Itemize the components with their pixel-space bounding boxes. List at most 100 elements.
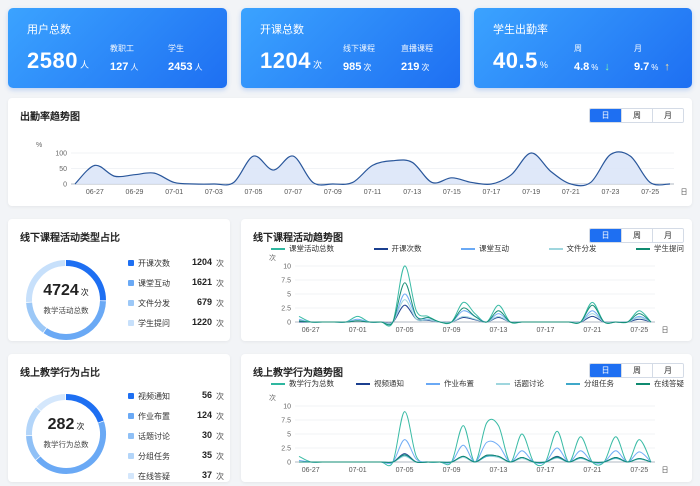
card-value: 2580 人 (27, 48, 89, 73)
x-tick-label: 07-17 (536, 327, 554, 334)
card-title: 用户总数 (27, 24, 71, 36)
attendance-trend-panel: 出勤率趋势图 日 周 月 % 100 50 0 06-27 06-29 07-01 07-03… (8, 98, 692, 206)
x-tick-label: 07-21 (583, 327, 601, 334)
offline-activity-type-panel: 线下课程活动类型占比 4724 次 教学活动总数 开课次数 1204 次 课堂互动 16… (8, 219, 230, 341)
x-tick-label: 07-05 (396, 467, 414, 474)
list-item: 作业布置 124 次 (128, 408, 224, 428)
donut-total-label: 教学行为总数 (43, 440, 89, 449)
sub-value-week: 4.8% ↓ (574, 61, 610, 73)
sub-label-offline: 线下课程 (343, 44, 375, 53)
online-behavior-legend: 视频通知 56 次 作业布置 124 次 话题讨论 30 次 分组任务 35 次 在线答疑 37 次 (128, 388, 224, 486)
y-tick-label: 50 (59, 166, 67, 173)
card-title: 学生出勤率 (493, 24, 548, 36)
series-line (298, 453, 652, 464)
list-item: 话题讨论 30 次 (128, 428, 224, 448)
sub-value-student: 2453 人 (168, 61, 203, 73)
x-tick-label: 07-21 (583, 467, 601, 474)
list-item: 课堂互动 1621 次 (128, 275, 224, 295)
x-tick-label: 07-13 (490, 467, 508, 474)
x-tick-label: 07-01 (349, 327, 367, 334)
online-behavior-trend-chart: 次 10 7.5 5 2.5 0 06-27 07-01 07-05 07-09 07-13 07-1… (269, 393, 669, 474)
x-tick-label: 07-25 (641, 189, 659, 196)
card-title: 开课总数 (260, 24, 304, 36)
y-axis-unit: % (36, 142, 42, 149)
attendance-trend-chart: % 100 50 0 06-27 06-29 07-01 07-03 07-05 07-07 07-… (36, 142, 688, 196)
legend-swatch (128, 453, 134, 459)
x-axis-unit: 日 (662, 466, 669, 474)
y-tick-label: 7.5 (281, 418, 291, 425)
x-tick-label: 06-27 (86, 189, 104, 196)
online-behavior-type-panel: 线上教学行为占比 282 次 教学行为总数 视频通知 56 次 作业布置 124 次 话题… (8, 354, 230, 482)
y-tick-label: 100 (55, 151, 67, 158)
x-tick-label: 07-25 (630, 467, 648, 474)
list-item: 文件分发 679 次 (128, 295, 224, 315)
donut-total: 4724 次 (43, 282, 89, 299)
card-value: 1204 次 (260, 48, 322, 73)
offline-activity-trend-chart: 次 10 7.5 5 2.5 0 06-27 07-01 07-05 07-09 07-13 07-1… (269, 253, 669, 334)
series-line (298, 454, 652, 464)
sub-value-month: 9.7% ↑ (634, 61, 670, 73)
x-tick-label: 07-17 (536, 467, 554, 474)
card-value: 40.5% (493, 48, 548, 73)
y-tick-label: 2.5 (281, 446, 291, 453)
x-tick-label: 07-05 (396, 327, 414, 334)
list-item: 分组任务 35 次 (128, 448, 224, 468)
list-item: 视频通知 56 次 (128, 388, 224, 408)
user-total-card: 用户总数 2580 人 教职工 127 人 学生 2453 人 (8, 8, 227, 88)
sub-value-live: 219 次 (401, 61, 430, 73)
legend-swatch (128, 300, 134, 306)
x-tick-label: 07-01 (165, 189, 183, 196)
arrow-down-icon: ↓ (604, 61, 610, 73)
y-tick-label: 0 (287, 460, 291, 467)
series-line (298, 439, 652, 465)
sub-label-staff: 教职工 (110, 44, 134, 53)
legend-swatch (128, 413, 134, 419)
y-tick-label: 10 (283, 264, 291, 271)
attendance-card: 学生出勤率 40.5% 周 4.8% ↓ 月 9.7% ↑ (474, 8, 692, 88)
sub-label-month: 月 (634, 44, 642, 53)
offline-activity-trend-panel: 线下课程活动趋势图 日 周 月 课堂活动总数 开课次数 课堂互动 文件分发 学生提问 次… (241, 219, 692, 341)
y-tick-label: 0 (287, 320, 291, 327)
x-tick-label: 07-09 (443, 327, 461, 334)
y-tick-label: 10 (283, 404, 291, 411)
y-axis-unit: 次 (269, 393, 276, 402)
legend-swatch (128, 260, 134, 266)
x-tick-label: 07-25 (630, 327, 648, 334)
x-tick-label: 07-09 (324, 189, 342, 196)
x-tick-label: 07-01 (349, 467, 367, 474)
x-tick-label: 07-13 (403, 189, 421, 196)
legend-swatch (128, 473, 134, 479)
x-tick-label: 07-23 (602, 189, 620, 196)
x-tick-label: 07-17 (483, 189, 501, 196)
x-tick-label: 07-11 (364, 189, 381, 196)
legend-swatch (128, 320, 134, 326)
x-tick-label: 07-05 (245, 189, 263, 196)
series-line (298, 454, 652, 464)
y-tick-label: 5 (287, 432, 291, 439)
x-axis-unit: 日 (681, 188, 688, 196)
arrow-up-icon: ↑ (664, 61, 670, 73)
online-behavior-trend-panel: 线上教学行为趋势图 日 周 月 教学行为总数 视频通知 作业布置 话题讨论 分组任务 在线… (241, 354, 692, 482)
x-tick-label: 07-09 (443, 467, 461, 474)
x-tick-label: 07-19 (522, 189, 540, 196)
online-behavior-donut: 282 次 教学行为总数 (22, 390, 110, 478)
list-item: 在线答疑 37 次 (128, 468, 224, 486)
panel-title: 线下课程活动类型占比 (20, 233, 120, 244)
x-tick-label: 07-07 (284, 189, 302, 196)
x-tick-label: 06-27 (302, 467, 320, 474)
panel-title: 线上教学行为占比 (20, 368, 100, 379)
list-item: 学生提问 1220 次 (128, 315, 224, 335)
y-tick-label: 2.5 (281, 306, 291, 313)
x-tick-label: 07-03 (205, 189, 223, 196)
legend-swatch (128, 433, 134, 439)
donut-total: 282 次 (47, 416, 85, 433)
x-tick-label: 07-15 (443, 189, 461, 196)
x-tick-label: 06-27 (302, 327, 320, 334)
y-tick-label: 7.5 (281, 278, 291, 285)
donut-total-label: 教学活动总数 (43, 306, 89, 315)
sub-label-week: 周 (574, 44, 582, 53)
offline-activity-donut: 4724 次 教学活动总数 (22, 256, 110, 344)
sub-label-live: 直播课程 (401, 44, 433, 53)
x-tick-label: 06-29 (126, 189, 144, 196)
x-tick-label: 07-13 (490, 327, 508, 334)
